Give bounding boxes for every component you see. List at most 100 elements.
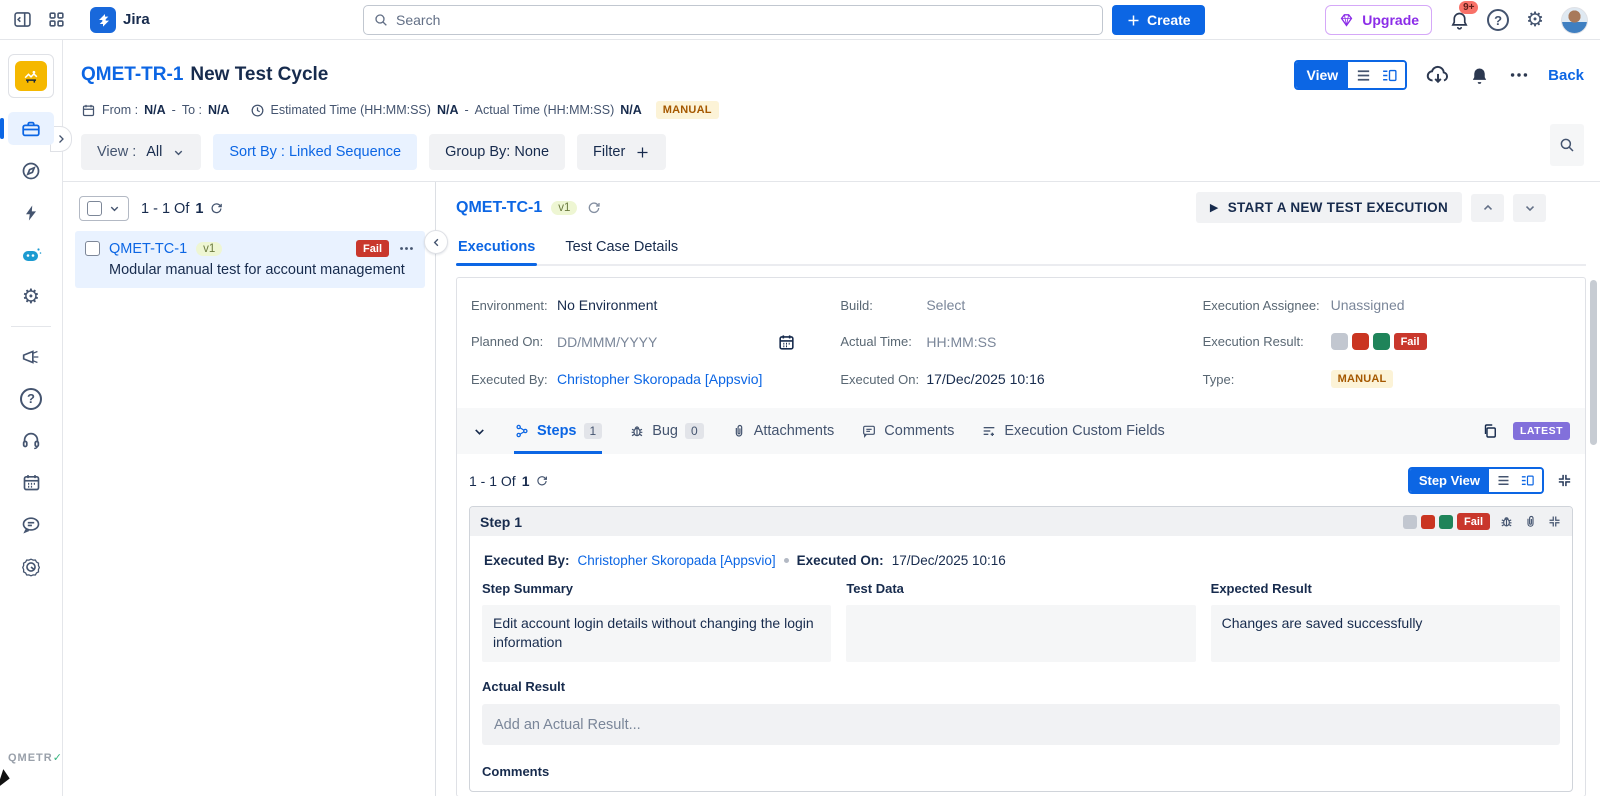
previous-test-case-button[interactable] xyxy=(1471,193,1504,222)
copy-icon[interactable] xyxy=(1481,422,1499,440)
sidebar-item-calendar[interactable] xyxy=(8,466,54,499)
actual-time-input[interactable]: HH:MM:SS xyxy=(926,334,996,350)
executed-by-link[interactable]: Christopher Skoropada [Appsvio] xyxy=(557,371,762,387)
collapse-step-icon[interactable] xyxy=(1547,514,1562,529)
tab-test-case-details[interactable]: Test Case Details xyxy=(563,237,680,264)
app-switcher-icon[interactable] xyxy=(47,10,66,29)
test-cycle-key[interactable]: QMET-TR-1 xyxy=(81,64,183,86)
sidebar-item-help[interactable] xyxy=(8,382,54,415)
sidebar-item-explore[interactable] xyxy=(8,154,54,187)
panel-search-button[interactable] xyxy=(1550,124,1584,166)
list-view-icon[interactable] xyxy=(1496,473,1511,488)
notifications-button[interactable]: 9+ xyxy=(1449,0,1479,31)
step-view-toggle[interactable]: Step View xyxy=(1407,467,1544,494)
sidebar-item-tracker[interactable] xyxy=(8,550,54,583)
step-result-fail-swatch[interactable] xyxy=(1421,514,1436,529)
sidebar-toggle-icon[interactable] xyxy=(12,9,33,30)
back-link[interactable]: Back xyxy=(1548,67,1584,84)
tab-comments[interactable]: Comments xyxy=(861,408,954,454)
subscribe-bell-icon[interactable] xyxy=(1469,65,1490,86)
qmetry-app-logo[interactable] xyxy=(8,54,54,98)
field-executed-on: Executed On: 17/Dec/2025 10:16 xyxy=(840,371,1045,387)
global-search[interactable] xyxy=(363,5,1103,35)
avatar[interactable] xyxy=(1561,6,1588,34)
tab-executions[interactable]: Executions xyxy=(456,237,538,266)
steps-icon xyxy=(514,423,530,439)
refresh-icon[interactable] xyxy=(535,474,549,488)
tab-execution-custom-fields[interactable]: Execution Custom Fields xyxy=(981,408,1165,454)
create-button[interactable]: Create xyxy=(1112,5,1205,35)
sidebar-item-announcements[interactable] xyxy=(8,340,54,373)
result-current-badge[interactable]: Fail xyxy=(1393,333,1427,350)
actual-result-input[interactable] xyxy=(482,704,1560,745)
planned-on-input[interactable]: DD/MMM/YYYY xyxy=(557,334,657,350)
list-view-icon[interactable] xyxy=(1355,67,1372,84)
type-badge: MANUAL xyxy=(1330,370,1394,388)
version-badge: v1 xyxy=(551,200,578,215)
test-case-key[interactable]: QMET-TC-1 xyxy=(109,241,187,257)
refresh-icon[interactable] xyxy=(586,200,602,216)
step-header[interactable]: Step 1 Fail xyxy=(470,507,1572,536)
app-name: Jira xyxy=(123,11,150,28)
sidebar-item-test-cycles[interactable] xyxy=(0,112,54,145)
step-result-pass-swatch[interactable] xyxy=(1439,514,1454,529)
more-menu-icon[interactable] xyxy=(1508,64,1530,86)
result-pass-swatch[interactable] xyxy=(1372,333,1390,350)
environment-select[interactable]: No Environment xyxy=(557,297,657,313)
field-planned-on: Planned On: DD/MMM/YYYY xyxy=(471,333,832,350)
search-input[interactable] xyxy=(396,12,1093,28)
row-more-menu-icon[interactable] xyxy=(398,240,415,257)
select-all-dropdown[interactable] xyxy=(79,196,129,221)
tab-steps[interactable]: Steps 1 xyxy=(514,408,603,454)
build-select[interactable]: Select xyxy=(926,297,965,313)
assignee-select[interactable]: Unassigned xyxy=(1331,297,1405,313)
detail-view-icon[interactable] xyxy=(1520,473,1535,488)
field-actual-time: Actual Time: HH:MM:SS xyxy=(840,333,997,350)
group-by-button[interactable]: Group By: None xyxy=(429,134,566,170)
collapse-section-icon[interactable] xyxy=(472,424,487,439)
view-filter-dropdown[interactable]: View : All xyxy=(81,134,202,170)
next-test-case-button[interactable] xyxy=(1513,193,1546,222)
filter-button[interactable]: Filter xyxy=(577,134,667,170)
step-result-na-swatch[interactable] xyxy=(1403,514,1418,529)
refresh-icon[interactable] xyxy=(209,201,224,216)
date-picker-icon[interactable] xyxy=(777,333,796,352)
executed-by-link[interactable]: Christopher Skoropada [Appsvio] xyxy=(578,553,776,568)
step-status-badge[interactable]: Fail xyxy=(1457,513,1490,530)
sidebar-item-ai-assistant[interactable] xyxy=(8,238,54,271)
result-fail-swatch[interactable] xyxy=(1351,333,1369,350)
actual-result-label: Actual Result xyxy=(482,679,566,694)
headset-icon xyxy=(20,430,42,452)
detail-test-case-key[interactable]: QMET-TC-1 xyxy=(456,199,542,217)
collapse-list-panel-button[interactable] xyxy=(424,230,448,254)
sort-by-button[interactable]: Sort By : Linked Sequence xyxy=(213,134,418,170)
test-cycle-header: QMET-TR-1 New Test Cycle View Back From … xyxy=(63,40,1600,182)
sidebar-item-support[interactable] xyxy=(8,424,54,457)
jira-brand[interactable]: Jira xyxy=(90,6,150,33)
start-new-execution-button[interactable]: START A NEW TEST EXECUTION xyxy=(1195,192,1462,223)
test-case-summary: Modular manual test for account manageme… xyxy=(109,262,405,278)
chevron-down-icon xyxy=(172,146,185,159)
vertical-scrollbar[interactable] xyxy=(1590,280,1597,445)
result-na-swatch[interactable] xyxy=(1330,333,1348,350)
tab-bug[interactable]: Bug 0 xyxy=(629,408,704,454)
test-case-row[interactable]: QMET-TC-1 v1 Fail Modular manual test fo… xyxy=(75,231,425,288)
sidebar-item-feedback[interactable] xyxy=(8,508,54,541)
help-icon[interactable] xyxy=(1487,9,1510,31)
tab-attachments[interactable]: Attachments xyxy=(731,408,834,454)
view-toggle[interactable]: View xyxy=(1294,60,1408,90)
plus-icon xyxy=(635,145,650,160)
cloud-download-icon[interactable] xyxy=(1425,62,1451,88)
sidebar-item-automation[interactable] xyxy=(8,196,54,229)
sidebar-item-settings[interactable] xyxy=(8,280,54,313)
select-all-checkbox[interactable] xyxy=(87,201,102,216)
dot-separator xyxy=(783,558,789,563)
upgrade-button[interactable]: Upgrade xyxy=(1325,5,1433,35)
paperclip-icon[interactable] xyxy=(1523,514,1538,529)
bug-icon[interactable] xyxy=(1499,514,1514,529)
detail-view-icon[interactable] xyxy=(1381,67,1398,84)
gear-icon[interactable] xyxy=(1526,10,1544,30)
test-case-list-panel: 1 - 1 Of 1 QMET-TC-1 v1 Fail Modular manu xyxy=(63,182,448,796)
collapse-all-icon[interactable] xyxy=(1556,472,1573,489)
row-checkbox[interactable] xyxy=(85,241,100,256)
